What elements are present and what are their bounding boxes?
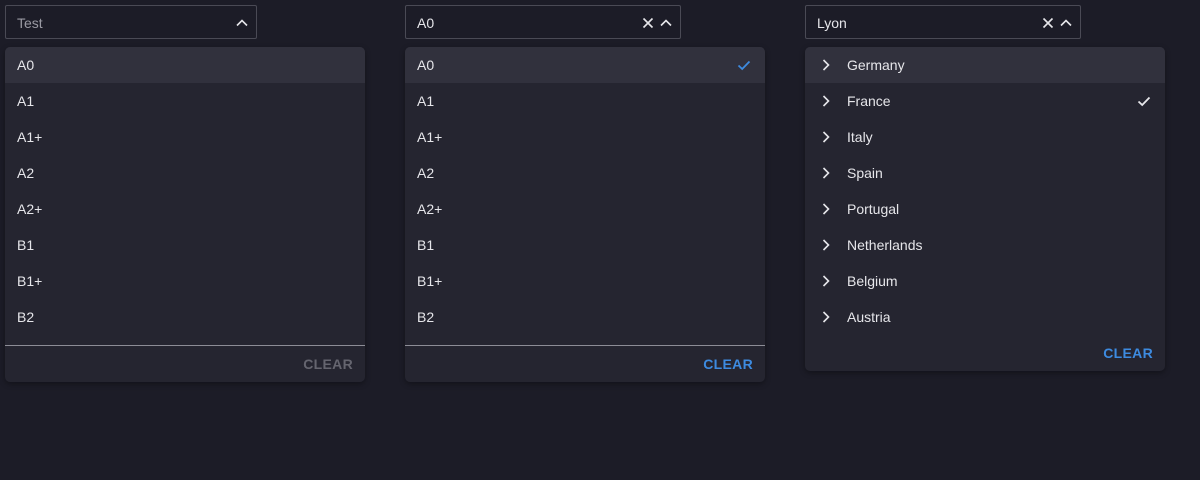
clear-button[interactable]: CLEAR (703, 357, 753, 371)
option-item[interactable]: A1 (405, 83, 765, 119)
dropdown-panel-2: A0 A1 A1+ A2 A2+ B1 B1+ B2 CLEAR (405, 47, 765, 382)
check-icon (1137, 96, 1151, 107)
option-item[interactable]: B2 (405, 299, 765, 335)
option-item-selected[interactable]: A0 (405, 47, 765, 83)
select-value: A0 (417, 15, 435, 31)
group-item[interactable]: Italy (805, 119, 1165, 155)
group-item[interactable]: Germany (805, 47, 1165, 83)
select-placeholder: Test (17, 15, 43, 31)
chevron-right-icon[interactable] (818, 129, 834, 145)
option-item[interactable]: A1+ (405, 119, 765, 155)
chevron-up-icon[interactable] (234, 15, 250, 31)
option-item[interactable]: A0 (5, 47, 365, 83)
option-item[interactable]: A1 (5, 83, 365, 119)
option-item[interactable]: A2+ (5, 191, 365, 227)
dropdown-panel-1: A0 A1 A1+ A2 A2+ B1 B1+ B2 CLEAR (5, 47, 365, 382)
clear-button[interactable]: CLEAR (1103, 346, 1153, 360)
group-item[interactable]: Spain (805, 155, 1165, 191)
dropdown-panel-3: Germany France Italy Spain Portugal Neth… (805, 47, 1165, 371)
check-icon (737, 60, 751, 71)
close-icon[interactable] (1040, 15, 1056, 31)
group-item[interactable]: Netherlands (805, 227, 1165, 263)
chevron-right-icon[interactable] (818, 93, 834, 109)
option-item[interactable]: B2 (5, 299, 365, 335)
select-field-test[interactable]: Test (5, 5, 257, 39)
chevron-right-icon[interactable] (818, 165, 834, 181)
chevron-right-icon[interactable] (818, 57, 834, 73)
dropdown-footer: CLEAR (805, 335, 1165, 371)
select-field-level[interactable]: A0 (405, 5, 681, 39)
option-item[interactable]: A2 (405, 155, 765, 191)
option-item[interactable]: A2+ (405, 191, 765, 227)
chevron-right-icon[interactable] (818, 309, 834, 325)
dropdown-footer: CLEAR (5, 346, 365, 382)
chevron-up-icon[interactable] (658, 15, 674, 31)
chevron-right-icon[interactable] (818, 201, 834, 217)
dropdown-footer: CLEAR (405, 346, 765, 382)
chevron-right-icon[interactable] (818, 237, 834, 253)
option-item[interactable]: B1+ (405, 263, 765, 299)
option-item[interactable]: B1 (405, 227, 765, 263)
select-value: Lyon (817, 15, 847, 31)
option-item[interactable]: B1 (5, 227, 365, 263)
group-item[interactable]: Belgium (805, 263, 1165, 299)
group-item[interactable]: Austria (805, 299, 1165, 335)
group-item-selected[interactable]: France (805, 83, 1165, 119)
chevron-up-icon[interactable] (1058, 15, 1074, 31)
option-item[interactable]: B1+ (5, 263, 365, 299)
option-item[interactable]: A2 (5, 155, 365, 191)
close-icon[interactable] (640, 15, 656, 31)
clear-button[interactable]: CLEAR (303, 357, 353, 371)
chevron-right-icon[interactable] (818, 273, 834, 289)
option-item[interactable]: A1+ (5, 119, 365, 155)
select-field-city[interactable]: Lyon (805, 5, 1081, 39)
group-item[interactable]: Portugal (805, 191, 1165, 227)
